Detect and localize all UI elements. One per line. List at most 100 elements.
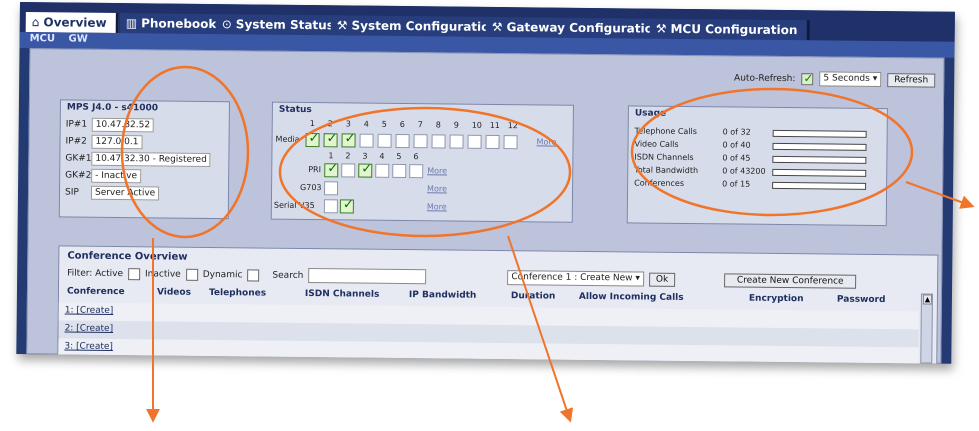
usage-row-value: 0 of 15: [722, 179, 751, 189]
pri-port-number: 1: [328, 151, 334, 161]
media-port-number: 12: [507, 121, 518, 131]
wrench-icon: ⚒: [655, 21, 667, 36]
conference-overview: Conference Overview Filter: Active Inact…: [57, 245, 939, 364]
pri-more-link[interactable]: More: [427, 166, 447, 175]
filter-active-label: Filter: Active: [67, 268, 124, 279]
home-icon: ⌂: [31, 15, 40, 30]
tab-system-status[interactable]: ⊙ System Status: [215, 14, 347, 36]
status-title: Status: [278, 104, 312, 116]
media-port-number: 11: [489, 120, 500, 131]
media-port-cell: [449, 134, 464, 149]
subnav-gw[interactable]: GW: [68, 34, 87, 45]
pri-port-number: 2: [345, 151, 351, 161]
g703-more-link[interactable]: More: [427, 184, 447, 193]
usage-bar: [772, 142, 867, 151]
usage-row-value: 0 of 40: [722, 140, 751, 150]
tab-overview[interactable]: ⌂ Overview: [25, 12, 119, 34]
search-input[interactable]: [308, 268, 427, 285]
usage-bar: [772, 129, 867, 138]
filter-inactive-label: Inactive: [144, 268, 181, 280]
refresh-button[interactable]: Refresh: [887, 72, 936, 88]
chevron-down-icon: ▾: [635, 273, 640, 284]
ok-button[interactable]: Ok: [648, 272, 676, 287]
auto-refresh-bar: Auto-Refresh: 5 Seconds ▾ Refresh: [734, 70, 936, 88]
refresh-interval-select[interactable]: 5 Seconds ▾: [819, 71, 882, 88]
scroll-up-icon[interactable]: ▲: [922, 294, 932, 305]
pri-label: PRI: [308, 165, 322, 175]
pri-port-cell: [358, 163, 373, 178]
pri-port-cell: [392, 163, 407, 179]
chevron-down-icon: ▾: [872, 73, 878, 84]
media-port-cell: [395, 133, 410, 149]
column-header: ISDN Channels: [304, 289, 380, 300]
conference-create-link[interactable]: 3: [Create]: [64, 341, 113, 352]
usage-bar: [772, 155, 867, 164]
pri-port-cell: [324, 163, 339, 178]
mps-row: GK#1 10.47.32.30 - Registered: [65, 151, 223, 168]
column-header: Conference: [66, 286, 125, 298]
media-port-cell: [323, 133, 338, 148]
media-port-cell: [413, 134, 428, 149]
media-port-number: 1: [309, 119, 315, 129]
pri-port-cell: [375, 163, 390, 178]
g703-cell: [323, 181, 339, 196]
overview-content: Auto-Refresh: 5 Seconds ▾ Refresh MPS J4…: [26, 48, 945, 364]
column-header: Encryption: [748, 293, 804, 305]
media-port-number: 10: [471, 120, 482, 130]
wrench-icon: ⚒: [491, 19, 503, 35]
book-icon: ▥: [125, 16, 138, 31]
filter-dynamic-label: Dynamic: [202, 269, 243, 280]
media-more-link[interactable]: More: [537, 137, 557, 146]
serial-cell: [339, 199, 354, 214]
mps-row: IP#2 127.0.0.1: [65, 134, 223, 150]
media-port-number: 4: [363, 119, 369, 129]
media-port-cell: [377, 133, 392, 148]
conference-create-link[interactable]: 2: [Create]: [65, 323, 114, 334]
wrench-icon: ⚒: [336, 18, 348, 33]
filter-active-checkbox[interactable]: [127, 267, 141, 280]
create-new-conference-button[interactable]: Create New Conference: [724, 272, 857, 289]
mps-row: GK#2- Inactive: [65, 168, 223, 184]
pri-port-number: 3: [362, 151, 368, 161]
pri-port-number: 5: [396, 151, 402, 162]
media-port-cell: [431, 134, 446, 149]
serial-more-link[interactable]: More: [427, 202, 447, 211]
mps-row: IP#1 10.47.32.52: [66, 117, 224, 133]
usage-row-value: 0 of 45: [722, 153, 751, 163]
tab-mcu-configuration[interactable]: ⚒ MCU Configuration: [649, 18, 810, 41]
pri-port-cell: [409, 164, 424, 179]
conference-select[interactable]: Conference 1 : Create New ▾: [507, 270, 645, 287]
mcu-web-interface: ⌂ Overview ▥ Phonebook ⊙ System Status ⚒ Sys…: [16, 2, 955, 364]
pri-port-number: 4: [379, 151, 385, 161]
tab-gateway-configuration[interactable]: ⚒ Gateway Configuration: [485, 16, 674, 39]
status-panel: Status 123456789101112 Media More 123456…: [270, 101, 574, 223]
media-port-cell: [467, 134, 482, 149]
media-port-number: 5: [381, 119, 387, 129]
g703-label: G703: [300, 182, 322, 193]
auto-refresh-label: Auto-Refresh:: [734, 72, 796, 84]
figure: ⌂ Overview ▥ Phonebook ⊙ System Status ⚒ Sys…: [0, 0, 979, 431]
filter-inactive-checkbox[interactable]: [185, 268, 198, 281]
media-port-cell: [305, 132, 320, 148]
filter-dynamic-checkbox[interactable]: [247, 268, 260, 282]
tab-system-configuration[interactable]: ⚒ System Configuration: [330, 15, 511, 38]
table-scrollbar[interactable]: ▲: [920, 293, 933, 364]
conference-create-link[interactable]: 1: [Create]: [65, 305, 114, 316]
status-icon: ⊙: [221, 17, 232, 32]
media-port-number: 7: [417, 120, 423, 130]
tab-phonebook[interactable]: ▥ Phonebook: [119, 13, 229, 35]
media-port-number: 6: [399, 119, 405, 130]
media-port-cell: [341, 133, 356, 148]
search-label: Search: [272, 270, 304, 281]
column-header: Password: [836, 294, 886, 306]
usage-bar: [772, 181, 867, 190]
media-port-number: 8: [435, 120, 441, 130]
media-port-cell: [359, 133, 374, 148]
subnav-mcu[interactable]: MCU: [30, 33, 56, 44]
usage-row-label: Total Bandwidth: [634, 165, 699, 176]
pri-port-number: 6: [413, 152, 419, 162]
mps-title: MPS J4.0 - s41000: [66, 102, 159, 114]
media-port-number: 9: [453, 120, 459, 130]
auto-refresh-checkbox[interactable]: [801, 72, 814, 85]
usage-row-value: 0 of 43200: [722, 166, 766, 176]
